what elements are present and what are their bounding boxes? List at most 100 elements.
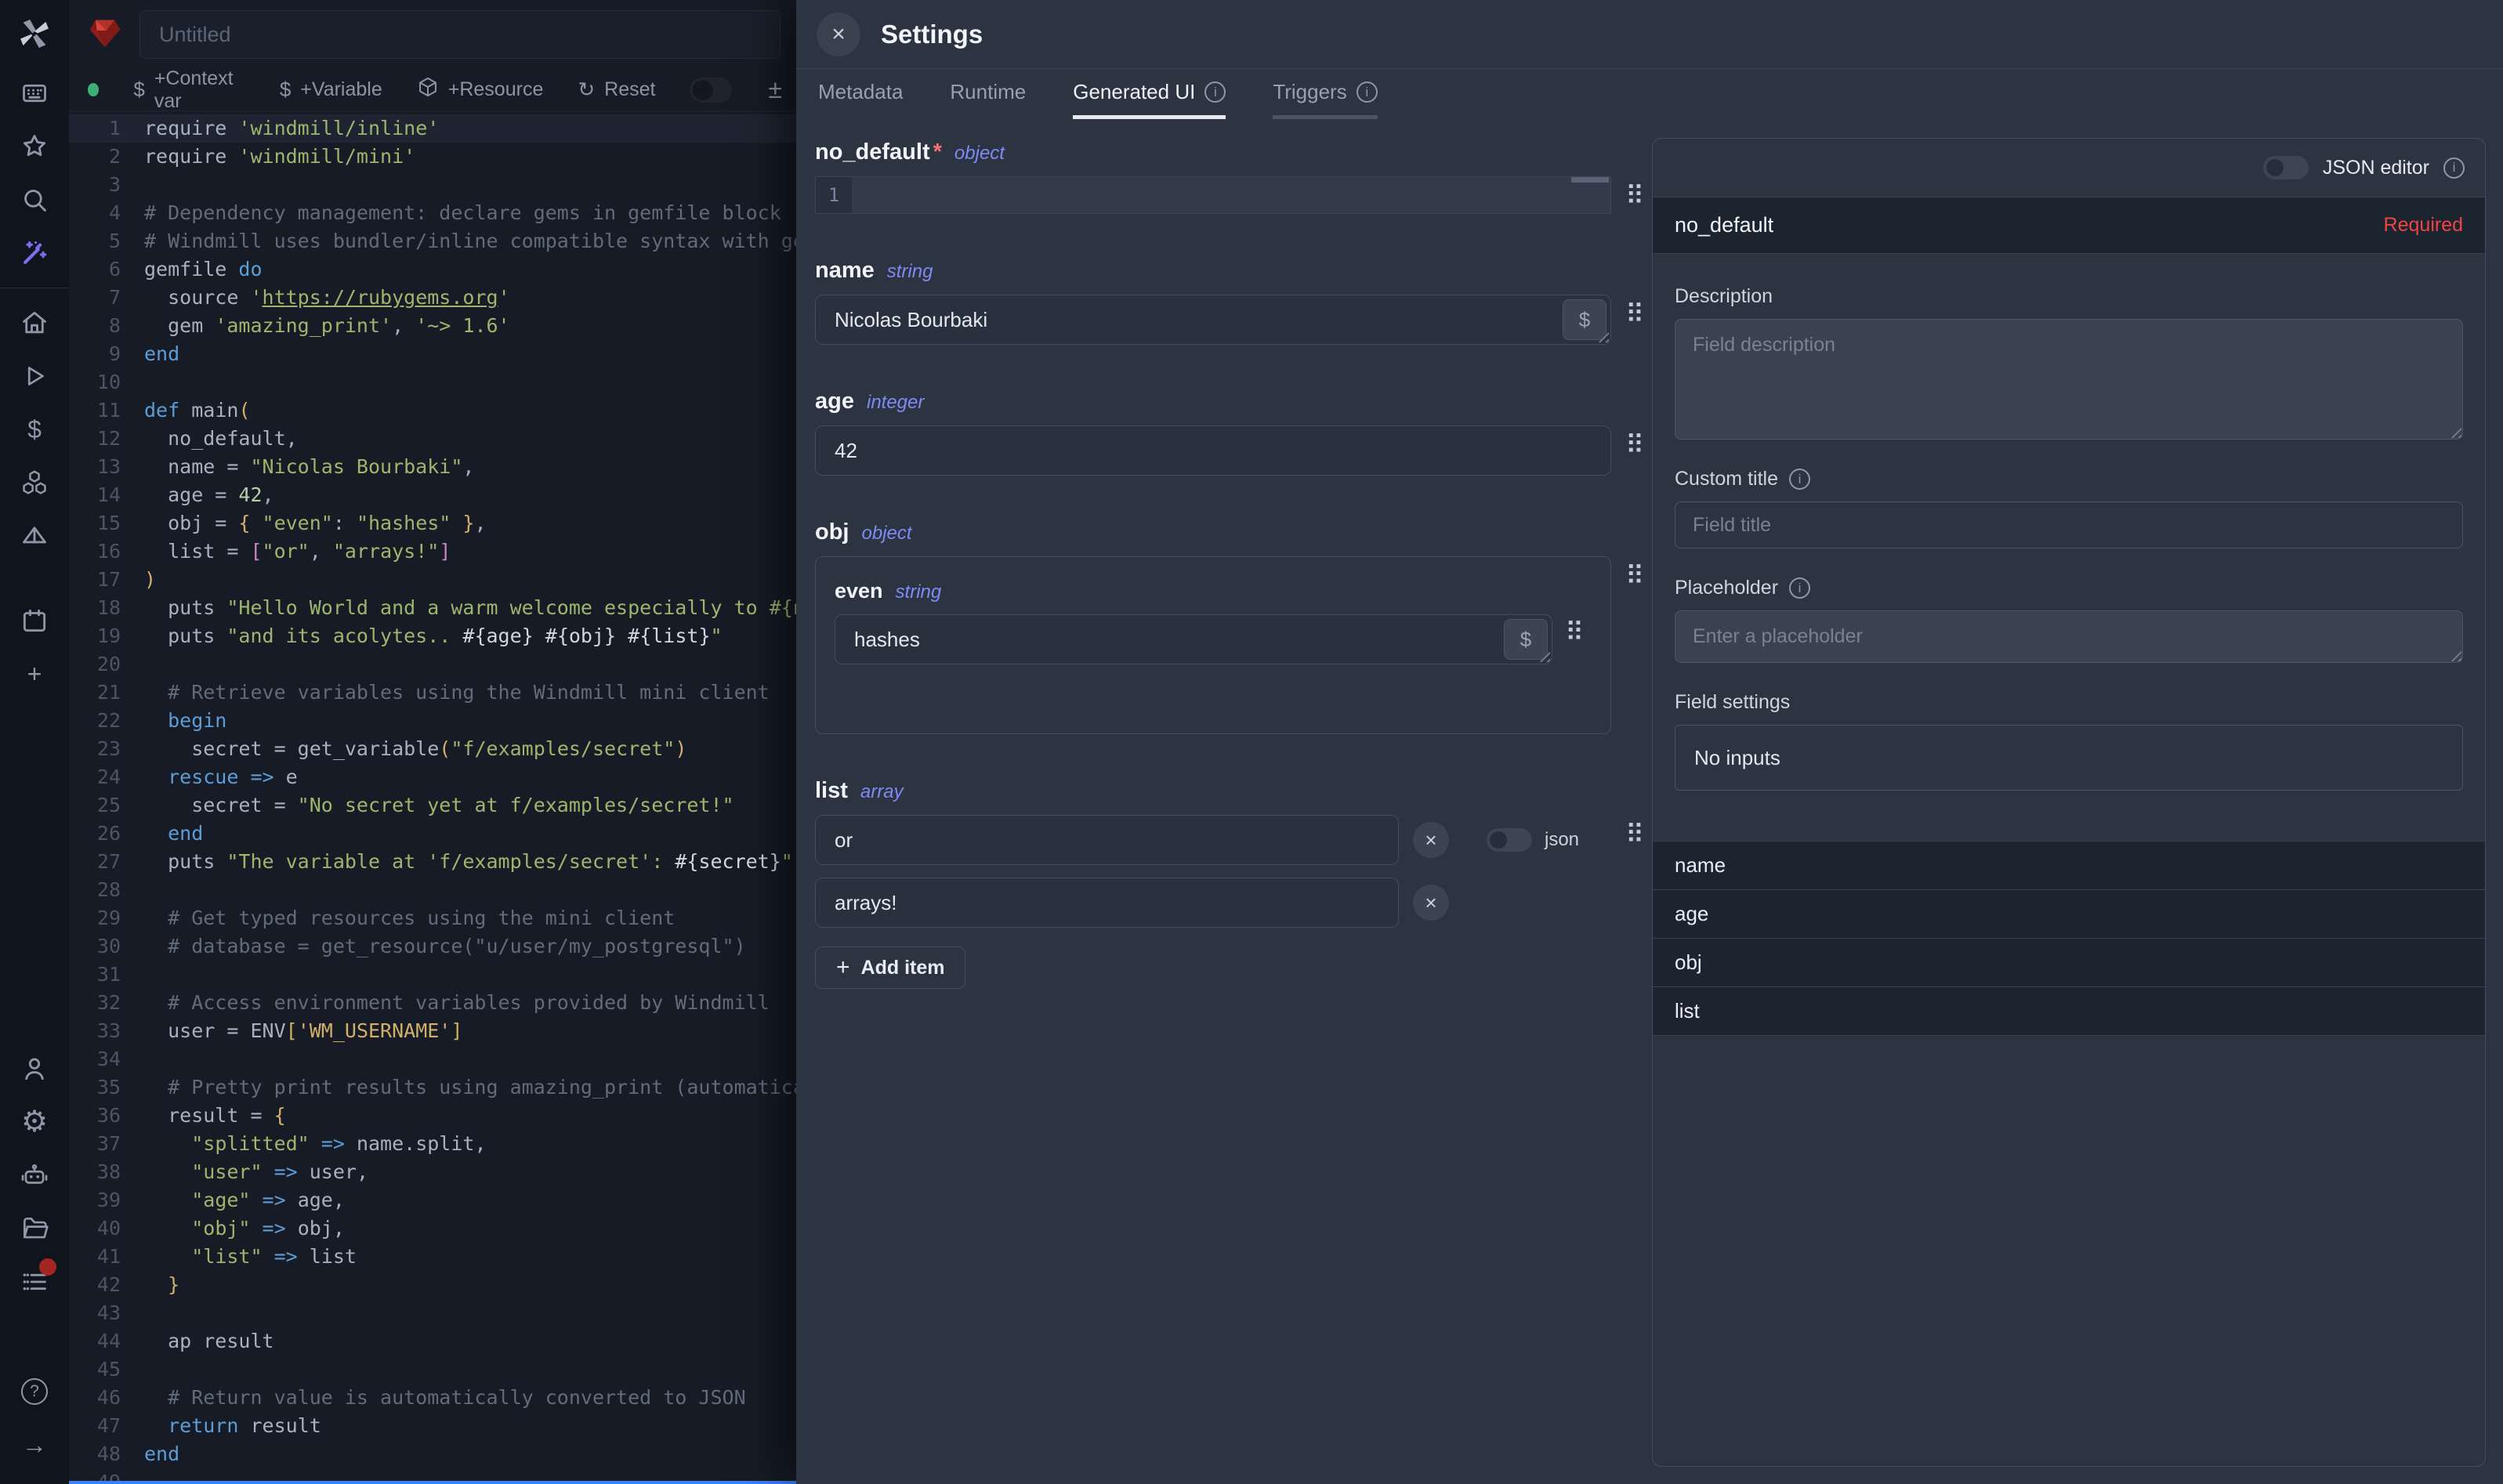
favorites-star-icon[interactable]: [9, 121, 60, 172]
code-line[interactable]: 37 "splitted" => name.split,: [69, 1130, 796, 1158]
code-line[interactable]: 22 begin: [69, 707, 796, 735]
inspector-field-row[interactable]: name: [1653, 842, 2485, 890]
code-line[interactable]: 13 name = "Nicolas Bourbaki",: [69, 453, 796, 481]
code-line[interactable]: 34: [69, 1045, 796, 1073]
resources-cubes-icon[interactable]: [9, 458, 60, 508]
code-line[interactable]: 19 puts "and its acolytes.. #{age} #{obj…: [69, 622, 796, 650]
age-input[interactable]: [816, 426, 1610, 475]
code-line[interactable]: 16 list = ["or", "arrays!"]: [69, 537, 796, 566]
code-line[interactable]: 24 rescue => e: [69, 763, 796, 791]
inspector-field-row[interactable]: age: [1653, 890, 2485, 939]
insert-variable-button[interactable]: $: [1504, 619, 1548, 660]
code-line[interactable]: 45: [69, 1356, 796, 1384]
code-line[interactable]: 30 # database = get_resource("u/user/my_…: [69, 932, 796, 961]
remove-item-button[interactable]: ×: [1413, 885, 1449, 921]
drag-handle-icon[interactable]: [1625, 563, 1652, 588]
code-line[interactable]: 9end: [69, 340, 796, 368]
code-line[interactable]: 17): [69, 566, 796, 594]
script-title-input[interactable]: [140, 23, 780, 47]
inspector-field-row[interactable]: obj: [1653, 939, 2485, 987]
code-line[interactable]: 41 "list" => list: [69, 1243, 796, 1271]
collapse-sidebar-icon[interactable]: →: [9, 1420, 60, 1470]
tab-generated-ui[interactable]: Generated UI: [1073, 69, 1226, 119]
workspace-icon[interactable]: [9, 68, 60, 118]
code-line[interactable]: 39 "age" => age,: [69, 1186, 796, 1214]
plus-minus-icon[interactable]: ±: [768, 75, 782, 104]
code-line[interactable]: 33 user = ENV['WM_USERNAME']: [69, 1017, 796, 1045]
custom-title-input[interactable]: [1675, 501, 2463, 548]
code-line[interactable]: 38 "user" => user,: [69, 1158, 796, 1186]
code-line[interactable]: 1require 'windmill/inline': [69, 114, 796, 143]
list-item-1-input[interactable]: [816, 878, 1398, 927]
add-item-button[interactable]: + Add item: [815, 947, 965, 989]
code-line[interactable]: 18 puts "Hello World and a warm welcome …: [69, 594, 796, 622]
code-line[interactable]: 12 no_default,: [69, 425, 796, 453]
code-line[interactable]: 15 obj = { "even": "hashes" },: [69, 509, 796, 537]
triggers-pyramid-icon[interactable]: [9, 511, 60, 561]
inspector-field-row[interactable]: list: [1653, 987, 2485, 1036]
selected-field-header[interactable]: no_default Required: [1653, 197, 2485, 254]
code-line[interactable]: 46 # Return value is automatically conve…: [69, 1384, 796, 1412]
code-line[interactable]: 36 result = {: [69, 1102, 796, 1130]
remove-item-button[interactable]: ×: [1413, 822, 1449, 858]
reset-button[interactable]: ↻ Reset: [578, 78, 655, 102]
search-icon[interactable]: [9, 175, 60, 225]
add-plus-icon[interactable]: +: [9, 649, 60, 699]
code-line[interactable]: 44 ap result: [69, 1327, 796, 1356]
code-editor[interactable]: 1require 'windmill/inline'2require 'wind…: [69, 111, 796, 1481]
code-line[interactable]: 35 # Pretty print results using amazing_…: [69, 1073, 796, 1102]
diff-toggle[interactable]: [690, 78, 732, 103]
code-line[interactable]: 11def main(: [69, 396, 796, 425]
code-line[interactable]: 23 secret = get_variable("f/examples/sec…: [69, 735, 796, 763]
drag-handle-icon[interactable]: [1625, 821, 1652, 847]
code-line[interactable]: 8 gem 'amazing_print', '~> 1.6': [69, 312, 796, 340]
insert-variable-button[interactable]: $: [1563, 299, 1606, 340]
code-line[interactable]: 21 # Retrieve variables using the Windmi…: [69, 679, 796, 707]
placeholder-textarea[interactable]: [1675, 610, 2463, 663]
code-line[interactable]: 7 source 'https://rubygems.org': [69, 284, 796, 312]
code-line[interactable]: 32 # Access environment variables provid…: [69, 989, 796, 1017]
home-icon[interactable]: [9, 298, 60, 348]
schedules-calendar-icon[interactable]: [9, 595, 60, 646]
no-default-json-editor[interactable]: 1: [815, 176, 1611, 214]
code-line[interactable]: 3: [69, 171, 796, 199]
name-input[interactable]: [816, 295, 1563, 344]
code-line[interactable]: 2require 'windmill/mini': [69, 143, 796, 171]
code-line[interactable]: 10: [69, 368, 796, 396]
runs-play-icon[interactable]: [9, 351, 60, 401]
tab-metadata[interactable]: Metadata: [818, 69, 903, 119]
even-input[interactable]: [835, 615, 1504, 664]
code-line[interactable]: 20: [69, 650, 796, 679]
code-line[interactable]: 47 return result: [69, 1412, 796, 1440]
code-line[interactable]: 43: [69, 1299, 796, 1327]
drag-handle-icon[interactable]: [1625, 183, 1652, 208]
code-line[interactable]: 40 "obj" => obj,: [69, 1214, 796, 1243]
workers-robot-icon[interactable]: [9, 1150, 60, 1200]
description-textarea[interactable]: [1675, 319, 2463, 440]
code-line[interactable]: 26 end: [69, 820, 796, 848]
ai-wand-icon[interactable]: [9, 228, 60, 278]
drag-handle-icon[interactable]: [1565, 619, 1592, 645]
add-variable-button[interactable]: $ +Variable: [280, 78, 382, 102]
code-line[interactable]: 49: [69, 1468, 796, 1481]
code-line[interactable]: 25 secret = "No secret yet at f/examples…: [69, 791, 796, 820]
code-line[interactable]: 4# Dependency management: declare gems i…: [69, 199, 796, 227]
code-line[interactable]: 6gemfile do: [69, 255, 796, 284]
code-line[interactable]: 48end: [69, 1440, 796, 1468]
tab-triggers[interactable]: Triggers: [1273, 69, 1377, 119]
mini-scrollbar[interactable]: [1571, 177, 1609, 183]
list-item-0-input[interactable]: [816, 816, 1398, 864]
code-line[interactable]: 31: [69, 961, 796, 989]
variables-dollar-icon[interactable]: $: [9, 404, 60, 454]
settings-gear-icon[interactable]: ⚙: [9, 1097, 60, 1147]
code-line[interactable]: 28: [69, 876, 796, 904]
drag-handle-icon[interactable]: [1625, 301, 1652, 327]
code-line[interactable]: 29 # Get typed resources using the mini …: [69, 904, 796, 932]
json-editor-toggle[interactable]: [2263, 156, 2309, 179]
add-resource-button[interactable]: +Resource: [417, 76, 544, 103]
code-line[interactable]: 27 puts "The variable at 'f/examples/sec…: [69, 848, 796, 876]
folders-icon[interactable]: [9, 1203, 60, 1254]
code-line[interactable]: 14 age = 42,: [69, 481, 796, 509]
close-settings-button[interactable]: ×: [817, 13, 860, 56]
windmill-logo-icon[interactable]: [16, 16, 53, 56]
